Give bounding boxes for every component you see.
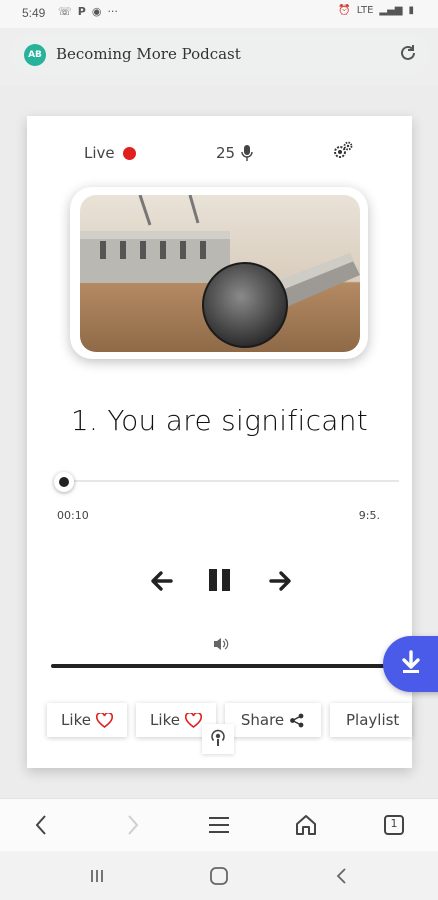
status-bar: 5:49 ☏ P ◉ ··· ⏰ LTE ▂▄▆ ▮ bbox=[0, 0, 438, 28]
playlist-button[interactable]: Playlist bbox=[330, 703, 412, 737]
home-icon[interactable] bbox=[292, 811, 320, 839]
menu-icon[interactable] bbox=[205, 811, 233, 839]
like-label-2: Like bbox=[150, 711, 180, 729]
like-button-1[interactable]: Like bbox=[47, 703, 127, 737]
volume-slider[interactable] bbox=[51, 664, 391, 668]
whatsapp-icon: ☏ bbox=[58, 5, 72, 18]
seek-knob-dot bbox=[59, 477, 69, 487]
playlist-label: Playlist bbox=[346, 711, 400, 729]
home-button-icon[interactable] bbox=[207, 865, 231, 887]
recents-icon[interactable] bbox=[85, 865, 109, 887]
forward-chevron-icon[interactable] bbox=[118, 811, 146, 839]
download-fab[interactable] bbox=[383, 636, 438, 692]
status-right-icons: ⏰ LTE ▂▄▆ ▮ bbox=[338, 5, 414, 16]
seek-knob[interactable] bbox=[54, 472, 74, 492]
download-icon bbox=[402, 650, 420, 673]
cover-art-image bbox=[80, 195, 360, 352]
live-dot-icon bbox=[122, 146, 136, 160]
back-chevron-icon[interactable] bbox=[28, 811, 56, 839]
player-top-bar: Live 25 bbox=[27, 141, 412, 164]
system-back-icon[interactable] bbox=[330, 865, 354, 887]
next-arrow-icon[interactable] bbox=[265, 564, 295, 598]
microphone-photo bbox=[80, 195, 360, 352]
pause-icon[interactable] bbox=[205, 564, 235, 598]
cover-art-frame bbox=[70, 187, 368, 359]
live-label: Live bbox=[84, 144, 115, 162]
more-dots-icon: ··· bbox=[107, 5, 118, 18]
url-bar[interactable]: AB Becoming More Podcast bbox=[10, 34, 430, 76]
reload-icon[interactable] bbox=[398, 43, 418, 63]
site-favicon: AB bbox=[24, 44, 46, 66]
status-left-icons: ☏ P ◉ ··· bbox=[58, 5, 118, 18]
tabs-button[interactable]: 1 bbox=[380, 811, 408, 839]
live-indicator: Live bbox=[84, 144, 136, 162]
previous-arrow-icon[interactable] bbox=[147, 564, 177, 598]
podcast-icon bbox=[211, 729, 225, 746]
seek-bar[interactable] bbox=[59, 480, 399, 482]
share-button[interactable]: Share bbox=[225, 703, 321, 737]
track-title: 1. You are significant bbox=[70, 404, 369, 437]
settings-gears-icon[interactable] bbox=[332, 140, 354, 162]
listener-count-value: 25 bbox=[216, 144, 236, 162]
listener-count: 25 bbox=[216, 144, 253, 162]
heart-icon bbox=[95, 712, 113, 728]
system-nav-bar bbox=[0, 851, 438, 900]
battery-icon: ▮ bbox=[408, 5, 414, 16]
messenger-icon: ◉ bbox=[91, 5, 102, 18]
p-icon: P bbox=[77, 5, 86, 18]
playback-controls bbox=[147, 564, 297, 600]
volume-icon bbox=[214, 638, 229, 650]
player-card: Live 25 1. You are significant 00:10 9:5… bbox=[27, 116, 412, 768]
alarm-icon: ⏰ bbox=[338, 5, 351, 16]
duration: 9:5. bbox=[358, 509, 380, 522]
signal-icon: ▂▄▆ bbox=[379, 5, 403, 16]
lte-icon: LTE bbox=[356, 5, 374, 16]
like-label-1: Like bbox=[61, 711, 91, 729]
status-time: 5:49 bbox=[22, 6, 46, 20]
heart-icon bbox=[184, 712, 202, 728]
browser-toolbar: 1 bbox=[0, 798, 438, 851]
podcast-icon-button[interactable] bbox=[202, 724, 234, 754]
tabs-count: 1 bbox=[390, 817, 398, 830]
microphone-icon bbox=[241, 145, 253, 161]
share-label: Share bbox=[240, 711, 285, 729]
page-title[interactable]: Becoming More Podcast bbox=[56, 45, 241, 63]
share-icon bbox=[290, 713, 304, 727]
current-time: 00:10 bbox=[57, 509, 89, 522]
